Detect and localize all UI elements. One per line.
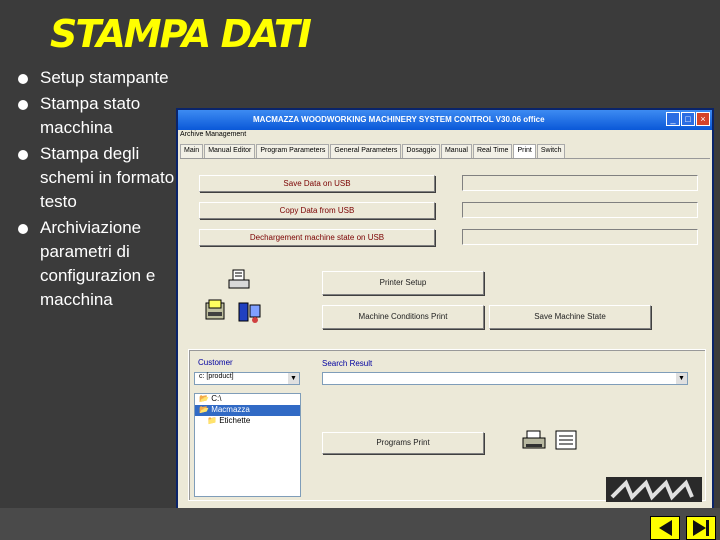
bullet-item: Setup stampante (18, 66, 178, 90)
list-document-icon (555, 430, 577, 450)
bar-icon (706, 520, 709, 536)
customer-label: Customer (198, 358, 233, 367)
decharge-usb-button[interactable]: Dechargement machine state on USB (199, 229, 435, 246)
printer-icon (228, 269, 250, 289)
copy-usb-status (462, 202, 698, 218)
bullet-dot-icon (18, 224, 28, 234)
bullet-text: Archiviazione parametri di configurazion… (40, 218, 156, 309)
mm-logo-icon (610, 479, 694, 501)
tab-main[interactable]: Main (180, 144, 204, 158)
maximize-button[interactable]: □ (681, 112, 695, 126)
bullet-dot-icon (18, 150, 28, 160)
copy-usb-button[interactable]: Copy Data from USB (199, 202, 435, 219)
tab-manual[interactable]: Manual (440, 144, 472, 158)
bullet-item: Stampa stato macchina (18, 92, 178, 140)
search-result-select[interactable]: ▼ (322, 372, 688, 385)
close-button[interactable]: × (696, 112, 710, 126)
print-panel: Save Data on USB Copy Data from USB Dech… (180, 159, 710, 347)
tab-switch[interactable]: Switch (536, 144, 566, 158)
folder-tree[interactable]: 📂 C:\ 📂 Macmazza 📁 Etichette (194, 393, 301, 497)
bullet-item: Stampa degli schemi in formato testo (18, 142, 178, 214)
nav-previous-button[interactable] (650, 516, 680, 540)
bullet-list: Setup stampante Stampa stato macchina St… (18, 66, 178, 314)
programs-print-button[interactable]: Programs Print (322, 432, 484, 454)
tab-general-parameters[interactable]: General Parameters (330, 144, 402, 158)
tab-program-parameters[interactable]: Program Parameters (256, 144, 330, 158)
tab-bar: Main Manual Editor Program Parameters Ge… (180, 144, 710, 159)
brand-logo (606, 477, 702, 502)
window-title: MACMAZZA WOODWORKING MACHINERY SYSTEM CO… (253, 115, 545, 124)
save-usb-status (462, 175, 698, 191)
tab-print[interactable]: Print (513, 144, 536, 158)
tab-dosaggio[interactable]: Dosaggio (402, 144, 440, 158)
window-titlebar[interactable]: MACMAZZA WOODWORKING MACHINERY SYSTEM CO… (178, 110, 712, 130)
save-machine-state-button[interactable]: Save Machine State (489, 305, 651, 329)
chevron-down-icon[interactable]: ▼ (676, 373, 687, 384)
printer-setup-button[interactable]: Printer Setup (322, 271, 484, 295)
save-machine-icon (238, 302, 261, 323)
save-usb-button[interactable]: Save Data on USB (199, 175, 435, 192)
decharge-status (462, 229, 698, 245)
slide-title: STAMPA DATI (50, 12, 312, 56)
triangle-left-icon (658, 520, 672, 536)
tab-real-time[interactable]: Real Time (472, 144, 513, 158)
menu-archive-management[interactable]: Archive Management (180, 131, 246, 138)
tree-item-macmazza[interactable]: 📂 Macmazza (195, 405, 300, 416)
nav-next-button[interactable] (686, 516, 716, 540)
bottom-band (0, 508, 720, 540)
search-result-label: Search Result (322, 359, 373, 368)
drive-select-value: c: [product] (199, 373, 234, 380)
tree-item-root[interactable]: 📂 C:\ (195, 394, 300, 405)
bullet-text: Setup stampante (40, 68, 169, 87)
chevron-down-icon[interactable]: ▼ (288, 373, 299, 384)
drive-select[interactable]: c: [product] ▼ (194, 372, 300, 385)
bullet-text: Stampa stato macchina (40, 94, 141, 137)
print-program-icon (522, 430, 546, 449)
machine-print-icon (205, 299, 225, 320)
app-window: MACMAZZA WOODWORKING MACHINERY SYSTEM CO… (176, 108, 714, 510)
tree-item-etichette[interactable]: 📁 Etichette (195, 416, 300, 427)
search-result-value (323, 373, 327, 380)
machine-conditions-print-button[interactable]: Machine Conditions Print (322, 305, 484, 329)
bullet-dot-icon (18, 100, 28, 110)
triangle-right-icon (693, 520, 706, 536)
bullet-text: Stampa degli schemi in formato testo (40, 144, 175, 211)
tab-manual-editor[interactable]: Manual Editor (204, 144, 256, 158)
bullet-item: Archiviazione parametri di configurazion… (18, 216, 178, 312)
bullet-dot-icon (18, 74, 28, 84)
minimize-button[interactable]: _ (666, 112, 680, 126)
